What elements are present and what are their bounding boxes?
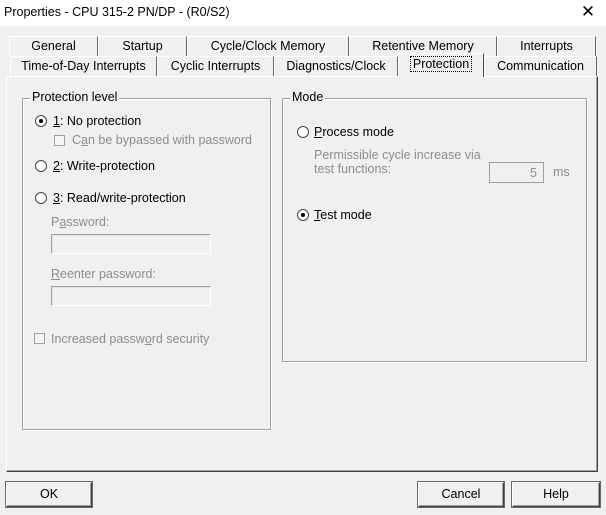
window-title: Properties - CPU 315-2 PN/DP - (R0/S2): [4, 5, 230, 19]
test-mode-radio[interactable]: [297, 209, 309, 221]
write-protection-radio[interactable]: [35, 160, 47, 172]
title-bar: Properties - CPU 315-2 PN/DP - (R0/S2) ✕: [0, 0, 606, 26]
label-text: eenter password:: [60, 267, 156, 281]
mnemonic: 3: [53, 191, 60, 205]
read-write-protection-radio[interactable]: [35, 192, 47, 204]
process-mode-label[interactable]: Process mode: [314, 125, 394, 139]
tab-label: General: [31, 39, 76, 53]
label-text: Increased passw: [51, 332, 145, 346]
mnemonic: R: [51, 267, 61, 281]
tab-label: Startup: [122, 39, 163, 53]
close-button[interactable]: ✕: [576, 1, 600, 23]
tab-label: Protection: [409, 56, 473, 72]
mnemonic: 2: [53, 159, 60, 173]
dialog-client: General Startup Cycle/Clock Memory Reten…: [0, 26, 606, 515]
help-button[interactable]: Help: [512, 482, 600, 507]
read-write-protection-label[interactable]: 3: Read/write-protection: [53, 191, 186, 205]
field-value: 5: [530, 166, 537, 180]
cycle-increase-label-line2: test functions:: [314, 162, 392, 176]
mode-group: Mode Process mode Permissible cycle incr…: [282, 90, 587, 362]
mnemonic: o: [144, 332, 152, 346]
password-field[interactable]: [51, 234, 211, 254]
label-text: : Read/write-protection: [59, 191, 186, 205]
label-text: n be bypassed with password: [87, 133, 252, 147]
tab-time-of-day-interrupts[interactable]: Time-of-Day Interrupts: [10, 56, 157, 76]
increased-security-checkbox[interactable]: [34, 333, 45, 344]
tab-general[interactable]: General: [9, 36, 98, 56]
protection-level-legend: Protection level: [30, 90, 120, 104]
label-text: C: [72, 133, 82, 147]
cancel-button[interactable]: Cancel: [418, 482, 504, 507]
close-icon: ✕: [580, 2, 596, 21]
reenter-password-label: Reenter password:: [51, 267, 156, 281]
tab-label: Cyclic Interrupts: [170, 59, 261, 73]
increased-security-label: Increased password security: [51, 332, 209, 346]
tab-communication[interactable]: Communication: [484, 56, 597, 76]
tab-cycle-clock-memory[interactable]: Cycle/Clock Memory: [187, 36, 349, 56]
tab-startup[interactable]: Startup: [98, 36, 187, 56]
tab-label: Interrupts: [520, 39, 573, 53]
no-protection-radio[interactable]: [35, 115, 47, 127]
label-text: : No protection: [59, 114, 142, 128]
cycle-increase-unit: ms: [553, 165, 570, 179]
cycle-increase-label-line1: Permissible cycle increase via: [314, 148, 481, 162]
test-mode-label[interactable]: Test mode: [314, 208, 372, 222]
tab-cyclic-interrupts[interactable]: Cyclic Interrupts: [157, 56, 274, 76]
cycle-increase-field[interactable]: 5: [489, 162, 544, 183]
tab-interrupts[interactable]: Interrupts: [497, 36, 596, 56]
mnemonic: 1: [53, 114, 60, 128]
password-label: Password:: [51, 215, 109, 229]
tab-label: Cycle/Clock Memory: [210, 39, 326, 53]
protection-level-group: Protection level 1: No protection Can be…: [22, 90, 271, 430]
tab-label: Time-of-Day Interrupts: [21, 59, 146, 73]
mode-legend: Mode: [290, 90, 326, 104]
mnemonic: a: [81, 133, 88, 147]
bypass-password-label: Can be bypassed with password: [72, 133, 252, 147]
process-mode-radio[interactable]: [297, 126, 309, 138]
label-text: est mode: [320, 208, 372, 222]
reenter-password-field[interactable]: [51, 286, 211, 306]
tab-diagnostics-clock[interactable]: Diagnostics/Clock: [274, 56, 398, 76]
label-text: rocess mode: [322, 125, 394, 139]
tab-label: Diagnostics/Clock: [286, 59, 386, 73]
tab-label: Communication: [497, 59, 584, 73]
write-protection-label[interactable]: 2: Write-protection: [53, 159, 155, 173]
ok-button[interactable]: OK: [6, 482, 92, 507]
label-text: : Write-protection: [59, 159, 155, 173]
protection-tab-page: Protection level 1: No protection Can be…: [6, 76, 598, 472]
bypass-password-checkbox[interactable]: [54, 135, 65, 146]
label-text: rd security: [151, 332, 210, 346]
label-text: ssword:: [66, 215, 110, 229]
no-protection-label[interactable]: 1: No protection: [53, 114, 141, 128]
tab-label: Retentive Memory: [372, 39, 474, 53]
tab-protection[interactable]: Protection: [398, 53, 484, 77]
